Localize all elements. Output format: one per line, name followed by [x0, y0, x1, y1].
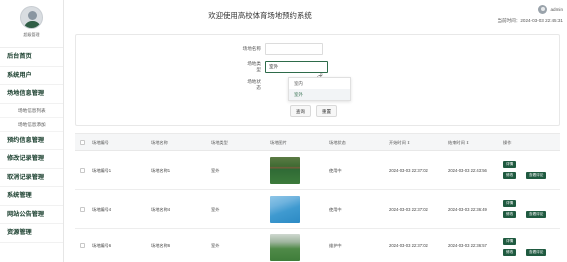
cell-end-time: 2024-03-03 22:36:49: [448, 207, 487, 212]
page-title: 欢迎使用高校体育场地预约系统: [208, 11, 312, 20]
edit-button[interactable]: 修改: [503, 249, 517, 256]
row-checkbox[interactable]: [80, 168, 85, 173]
venue-type-dropdown: 室内 室外: [288, 77, 351, 101]
venue-table: 场地编号 场地名称 场地类型 场地图片 场地状态 开始时间 ⇕ 结束时间 ⇕ 操…: [75, 133, 560, 262]
cell-code: 场地编号4: [92, 207, 112, 212]
sidebar-menu: 后台首页 系统用户 场地信息管理 场地信息列表 场地信息添加 预约信息管理 修改…: [0, 47, 63, 243]
venue-status-label: 场地状态: [247, 79, 261, 90]
view-reviews-button[interactable]: 查看评论: [526, 249, 547, 256]
select-all-checkbox[interactable]: [80, 140, 85, 145]
sidebar-item-reservation-management[interactable]: 预约信息管理: [0, 132, 63, 150]
col-actions: 操作: [503, 140, 512, 145]
sidebar-item-resources[interactable]: 资源管理: [0, 224, 63, 243]
venue-image[interactable]: [270, 196, 300, 223]
venue-type-select[interactable]: 室外: [265, 61, 328, 73]
cell-start-time: 2024-03-03 22:37:02: [389, 243, 428, 248]
cell-status: 使用中: [329, 168, 342, 173]
cell-status: 维护中: [329, 243, 342, 248]
sidebar-item-home[interactable]: 后台首页: [0, 48, 63, 67]
current-time: 当前时间：2024-03-03 22:45:31: [497, 18, 563, 23]
venue-name-field: 场地名称: [221, 43, 323, 55]
profile: 超级管理: [0, 0, 63, 47]
profile-name: 超级管理: [23, 32, 40, 37]
sidebar-item-cancellation-records[interactable]: 取消记录管理: [0, 169, 63, 187]
table-header: 场地编号 场地名称 场地类型 场地图片 场地状态 开始时间 ⇕ 结束时间 ⇕ 操…: [75, 134, 560, 151]
view-reviews-button[interactable]: 查看评论: [526, 211, 547, 218]
col-code: 场地编号: [92, 140, 109, 145]
col-image: 场地图片: [270, 140, 287, 145]
venue-type-label: 场地类型: [247, 61, 261, 72]
venue-name-input[interactable]: [265, 43, 323, 55]
col-type: 场地类型: [211, 140, 228, 145]
cell-code: 场地编号1: [92, 168, 112, 173]
row-checkbox[interactable]: [80, 243, 85, 248]
sidebar-item-modification-records[interactable]: 修改记录管理: [0, 150, 63, 169]
sidebar-item-announcements[interactable]: 网站公告管理: [0, 206, 63, 224]
edit-button[interactable]: 修改: [503, 211, 517, 218]
header: 欢迎使用高校体育场地预约系统 admin 当前时间：2024-03-03 22:…: [65, 0, 567, 28]
cell-code: 场地编号6: [92, 243, 112, 248]
sidebar: 超级管理 后台首页 系统用户 场地信息管理 场地信息列表 场地信息添加 预约信息…: [0, 0, 64, 262]
detail-button[interactable]: 详情: [503, 161, 517, 168]
table-row: 场地编号6 场地名称6 室外 维护中 2024-03-03 22:37:02 2…: [75, 229, 560, 262]
cell-start-time: 2024-03-03 22:37:02: [389, 207, 428, 212]
venue-status-field: 场地状态: [243, 79, 265, 91]
edit-button[interactable]: 修改: [503, 172, 517, 179]
cell-name: 场地名称1: [151, 168, 171, 173]
username[interactable]: admin: [550, 7, 563, 12]
cell-end-time: 2024-03-03 22:36:57: [448, 243, 487, 248]
detail-button[interactable]: 详情: [503, 200, 517, 207]
sidebar-subitem-venue-list[interactable]: 场地信息列表: [0, 104, 63, 118]
cell-type: 室外: [211, 168, 220, 173]
row-checkbox[interactable]: [80, 207, 85, 212]
user-avatar-icon[interactable]: [538, 5, 548, 14]
cell-name: 场地名称4: [151, 207, 171, 212]
sidebar-item-system-users[interactable]: 系统用户: [0, 67, 63, 85]
venue-image[interactable]: [270, 157, 300, 184]
reset-button[interactable]: 重置: [316, 105, 337, 117]
query-button[interactable]: 查询: [290, 105, 311, 117]
app-root: 超级管理 后台首页 系统用户 场地信息管理 场地信息列表 场地信息添加 预约信息…: [0, 0, 567, 262]
cell-start-time: 2024-03-03 22:37:02: [389, 168, 428, 173]
col-end-time[interactable]: 结束时间 ⇕: [448, 134, 469, 151]
col-name: 场地名称: [151, 140, 168, 145]
dropdown-option-indoor[interactable]: 室内: [289, 78, 350, 89]
dropdown-option-outdoor[interactable]: 室外: [289, 89, 350, 100]
cell-type: 室外: [211, 207, 220, 212]
view-reviews-button[interactable]: 查看评论: [526, 172, 547, 179]
avatar[interactable]: [20, 6, 43, 29]
venue-name-label: 场地名称: [242, 46, 261, 51]
table-row: 场地编号4 场地名称4 室外 使用中 2024-03-03 22:37:02 2…: [75, 190, 560, 229]
sidebar-item-system-management[interactable]: 系统管理: [0, 187, 63, 206]
user-info: admin 当前时间：2024-03-03 22:45:31: [497, 5, 563, 24]
venue-type-field: 场地类型 室外: [243, 61, 328, 73]
sidebar-subitem-venue-add[interactable]: 场地信息添加: [0, 118, 63, 132]
detail-button[interactable]: 详情: [503, 238, 517, 245]
sidebar-item-venue-management[interactable]: 场地信息管理: [0, 85, 63, 104]
col-start-time[interactable]: 开始时间 ⇕: [389, 134, 410, 151]
cell-end-time: 2024-03-03 22:43:56: [448, 168, 487, 173]
cell-type: 室外: [211, 243, 220, 248]
table-row: 场地编号1 场地名称1 室外 使用中 2024-03-03 22:37:02 2…: [75, 151, 560, 190]
col-status: 场地状态: [329, 140, 346, 145]
venue-image[interactable]: [270, 234, 300, 261]
cell-status: 使用中: [329, 207, 342, 212]
cell-name: 场地名称6: [151, 243, 171, 248]
